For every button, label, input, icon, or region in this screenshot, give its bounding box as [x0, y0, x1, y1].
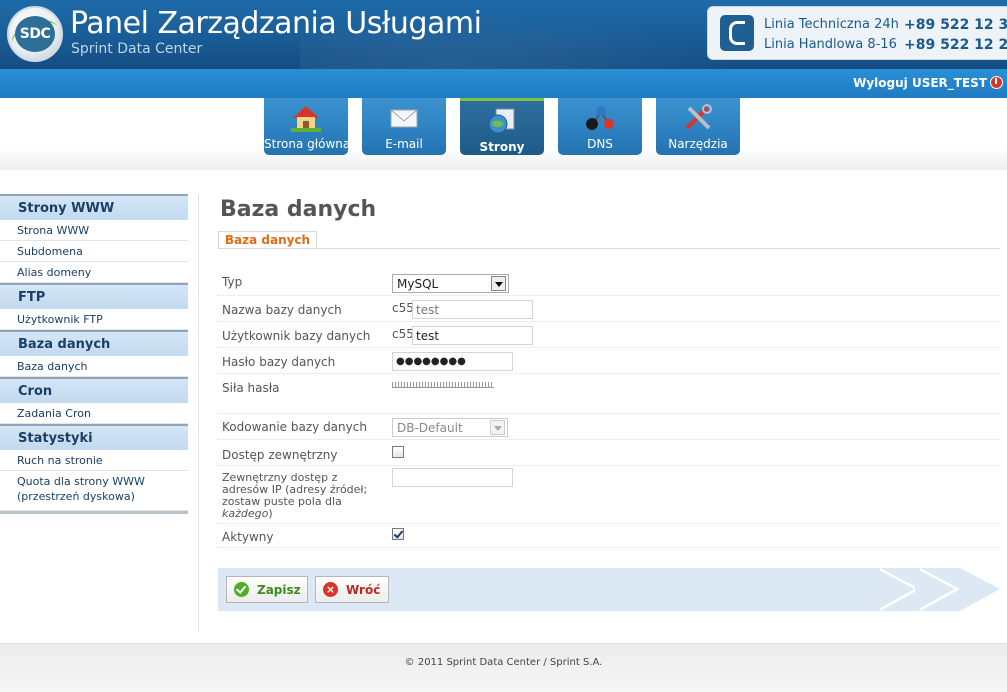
sidebar-item-cron-jobs[interactable]: Zadania Cron: [0, 403, 188, 424]
user-bar: Wyloguj USER_TEST: [0, 69, 1007, 98]
contact-sales-line: Linia Handlowa 8-16 +89 522 12 20: [764, 37, 1007, 53]
encoding-select[interactable]: DB-Default: [392, 418, 508, 437]
sidebar-item-ftp-user[interactable]: Użytkownik FTP: [0, 309, 188, 330]
sidebar-item-website[interactable]: Strona WWW: [0, 220, 188, 241]
sidebar-section-cron: Cron: [0, 377, 188, 403]
row-external-access: Dostęp zewnętrzny: [218, 440, 1000, 466]
tab-home[interactable]: Strona główna: [264, 98, 350, 155]
logout-link[interactable]: Wyloguj USER_TEST: [853, 76, 1003, 90]
db-password-label: Hasło bazy danych: [222, 355, 336, 369]
contact-sales-number: +89 522 12 20: [904, 37, 1007, 53]
db-name-prefix: c55: [392, 301, 414, 315]
tab-websites[interactable]: Strony: [460, 98, 544, 155]
type-select[interactable]: MySQL: [392, 274, 509, 293]
site-subtitle: Sprint Data Center: [71, 41, 203, 57]
back-button[interactable]: × Wróć: [315, 576, 389, 603]
row-db-password: Hasło bazy danych ●●●●●●●●: [218, 348, 1000, 374]
db-user-prefix: c55: [392, 327, 414, 341]
subtab-database[interactable]: Baza danych: [218, 231, 317, 248]
sdc-logo[interactable]: SDC: [7, 6, 63, 62]
sidebar-item-domain-alias[interactable]: Alias domeny: [0, 262, 188, 283]
web-page-icon: [488, 108, 515, 134]
tools-icon: [685, 104, 712, 130]
power-icon[interactable]: [990, 76, 1003, 89]
external-ip-label: Zewnętrzny dostęp z adresów IP (adresy ź…: [222, 471, 368, 520]
sidebar-divider: [198, 194, 199, 632]
action-bar: Zapisz × Wróć: [218, 568, 1000, 611]
db-password-input[interactable]: ●●●●●●●●: [392, 352, 513, 371]
password-strength-meter: [392, 382, 494, 388]
type-label: Typ: [222, 275, 243, 289]
checkmark-icon: [234, 582, 249, 597]
chevron-down-icon: [491, 276, 506, 291]
external-access-label: Dostęp zewnętrzny: [222, 448, 338, 462]
sidebar: Strony WWW Strona WWW Subdomena Alias do…: [0, 194, 188, 514]
password-strength-label: Siła hasła: [222, 381, 280, 395]
tab-tools[interactable]: Narzędzia: [656, 98, 740, 155]
tab-dns[interactable]: DNS: [558, 98, 642, 155]
encoding-label: Kodowanie bazy danych: [222, 420, 367, 434]
site-title: Panel Zarządzania Usługami: [70, 6, 482, 41]
row-external-ip: Zewnętrzny dostęp z adresów IP (adresy ź…: [218, 466, 1000, 524]
contact-tech-number: +89 522 12 30: [904, 17, 1007, 33]
sidebar-section-database: Baza danych: [0, 330, 188, 356]
row-encoding: Kodowanie bazy danych DB-Default: [218, 414, 1000, 440]
sidebar-item-quota[interactable]: Quota dla strony WWW (przestrzeń dyskowa…: [0, 471, 188, 511]
row-password-strength: Siła hasła: [218, 374, 1000, 414]
phone-icon: [720, 15, 754, 51]
db-user-input[interactable]: [412, 326, 533, 345]
sidebar-section-stats: Statystyki: [0, 424, 188, 450]
db-name-input[interactable]: [412, 300, 533, 319]
row-db-user: Użytkownik bazy danych c55: [218, 322, 1000, 348]
logo-text: SDC: [15, 16, 55, 52]
main-nav: Strona główna E-mail Strony DNS Narzędzi…: [0, 98, 1007, 170]
sidebar-section-ftp: FTP: [0, 283, 188, 309]
db-name-label: Nazwa bazy danych: [222, 303, 342, 317]
save-button[interactable]: Zapisz: [226, 576, 308, 603]
tab-email[interactable]: E-mail: [362, 98, 446, 155]
header: SDC Panel Zarządzania Usługami Sprint Da…: [0, 0, 1007, 69]
contact-box: Linia Techniczna 24h +89 522 12 30 Linia…: [707, 6, 1007, 60]
external-ip-input[interactable]: [392, 468, 513, 487]
network-icon: [586, 106, 614, 130]
envelope-icon: [390, 109, 418, 128]
external-access-checkbox[interactable]: [392, 446, 404, 458]
chevron-down-icon: [490, 420, 505, 435]
row-db-name: Nazwa bazy danych c55: [218, 296, 1000, 322]
active-checkbox[interactable]: [392, 528, 404, 540]
close-icon: ×: [323, 582, 338, 597]
sidebar-item-database[interactable]: Baza danych: [0, 356, 188, 377]
active-label: Aktywny: [222, 530, 274, 544]
page-title: Baza danych: [220, 197, 377, 222]
sidebar-item-subdomain[interactable]: Subdomena: [0, 241, 188, 262]
home-icon: [291, 106, 321, 132]
copyright-text: © 2011 Sprint Data Center / Sprint S.A.: [404, 657, 603, 668]
row-active: Aktywny: [218, 524, 1000, 548]
sidebar-item-traffic[interactable]: Ruch na stronie: [0, 450, 188, 471]
contact-tech-line: Linia Techniczna 24h +89 522 12 30: [764, 17, 1007, 33]
footer: © 2011 Sprint Data Center / Sprint S.A.: [0, 643, 1007, 692]
db-user-label: Użytkownik bazy danych: [222, 329, 371, 343]
sidebar-section-www: Strony WWW: [0, 194, 188, 220]
row-type: Typ MySQL: [218, 270, 1000, 296]
